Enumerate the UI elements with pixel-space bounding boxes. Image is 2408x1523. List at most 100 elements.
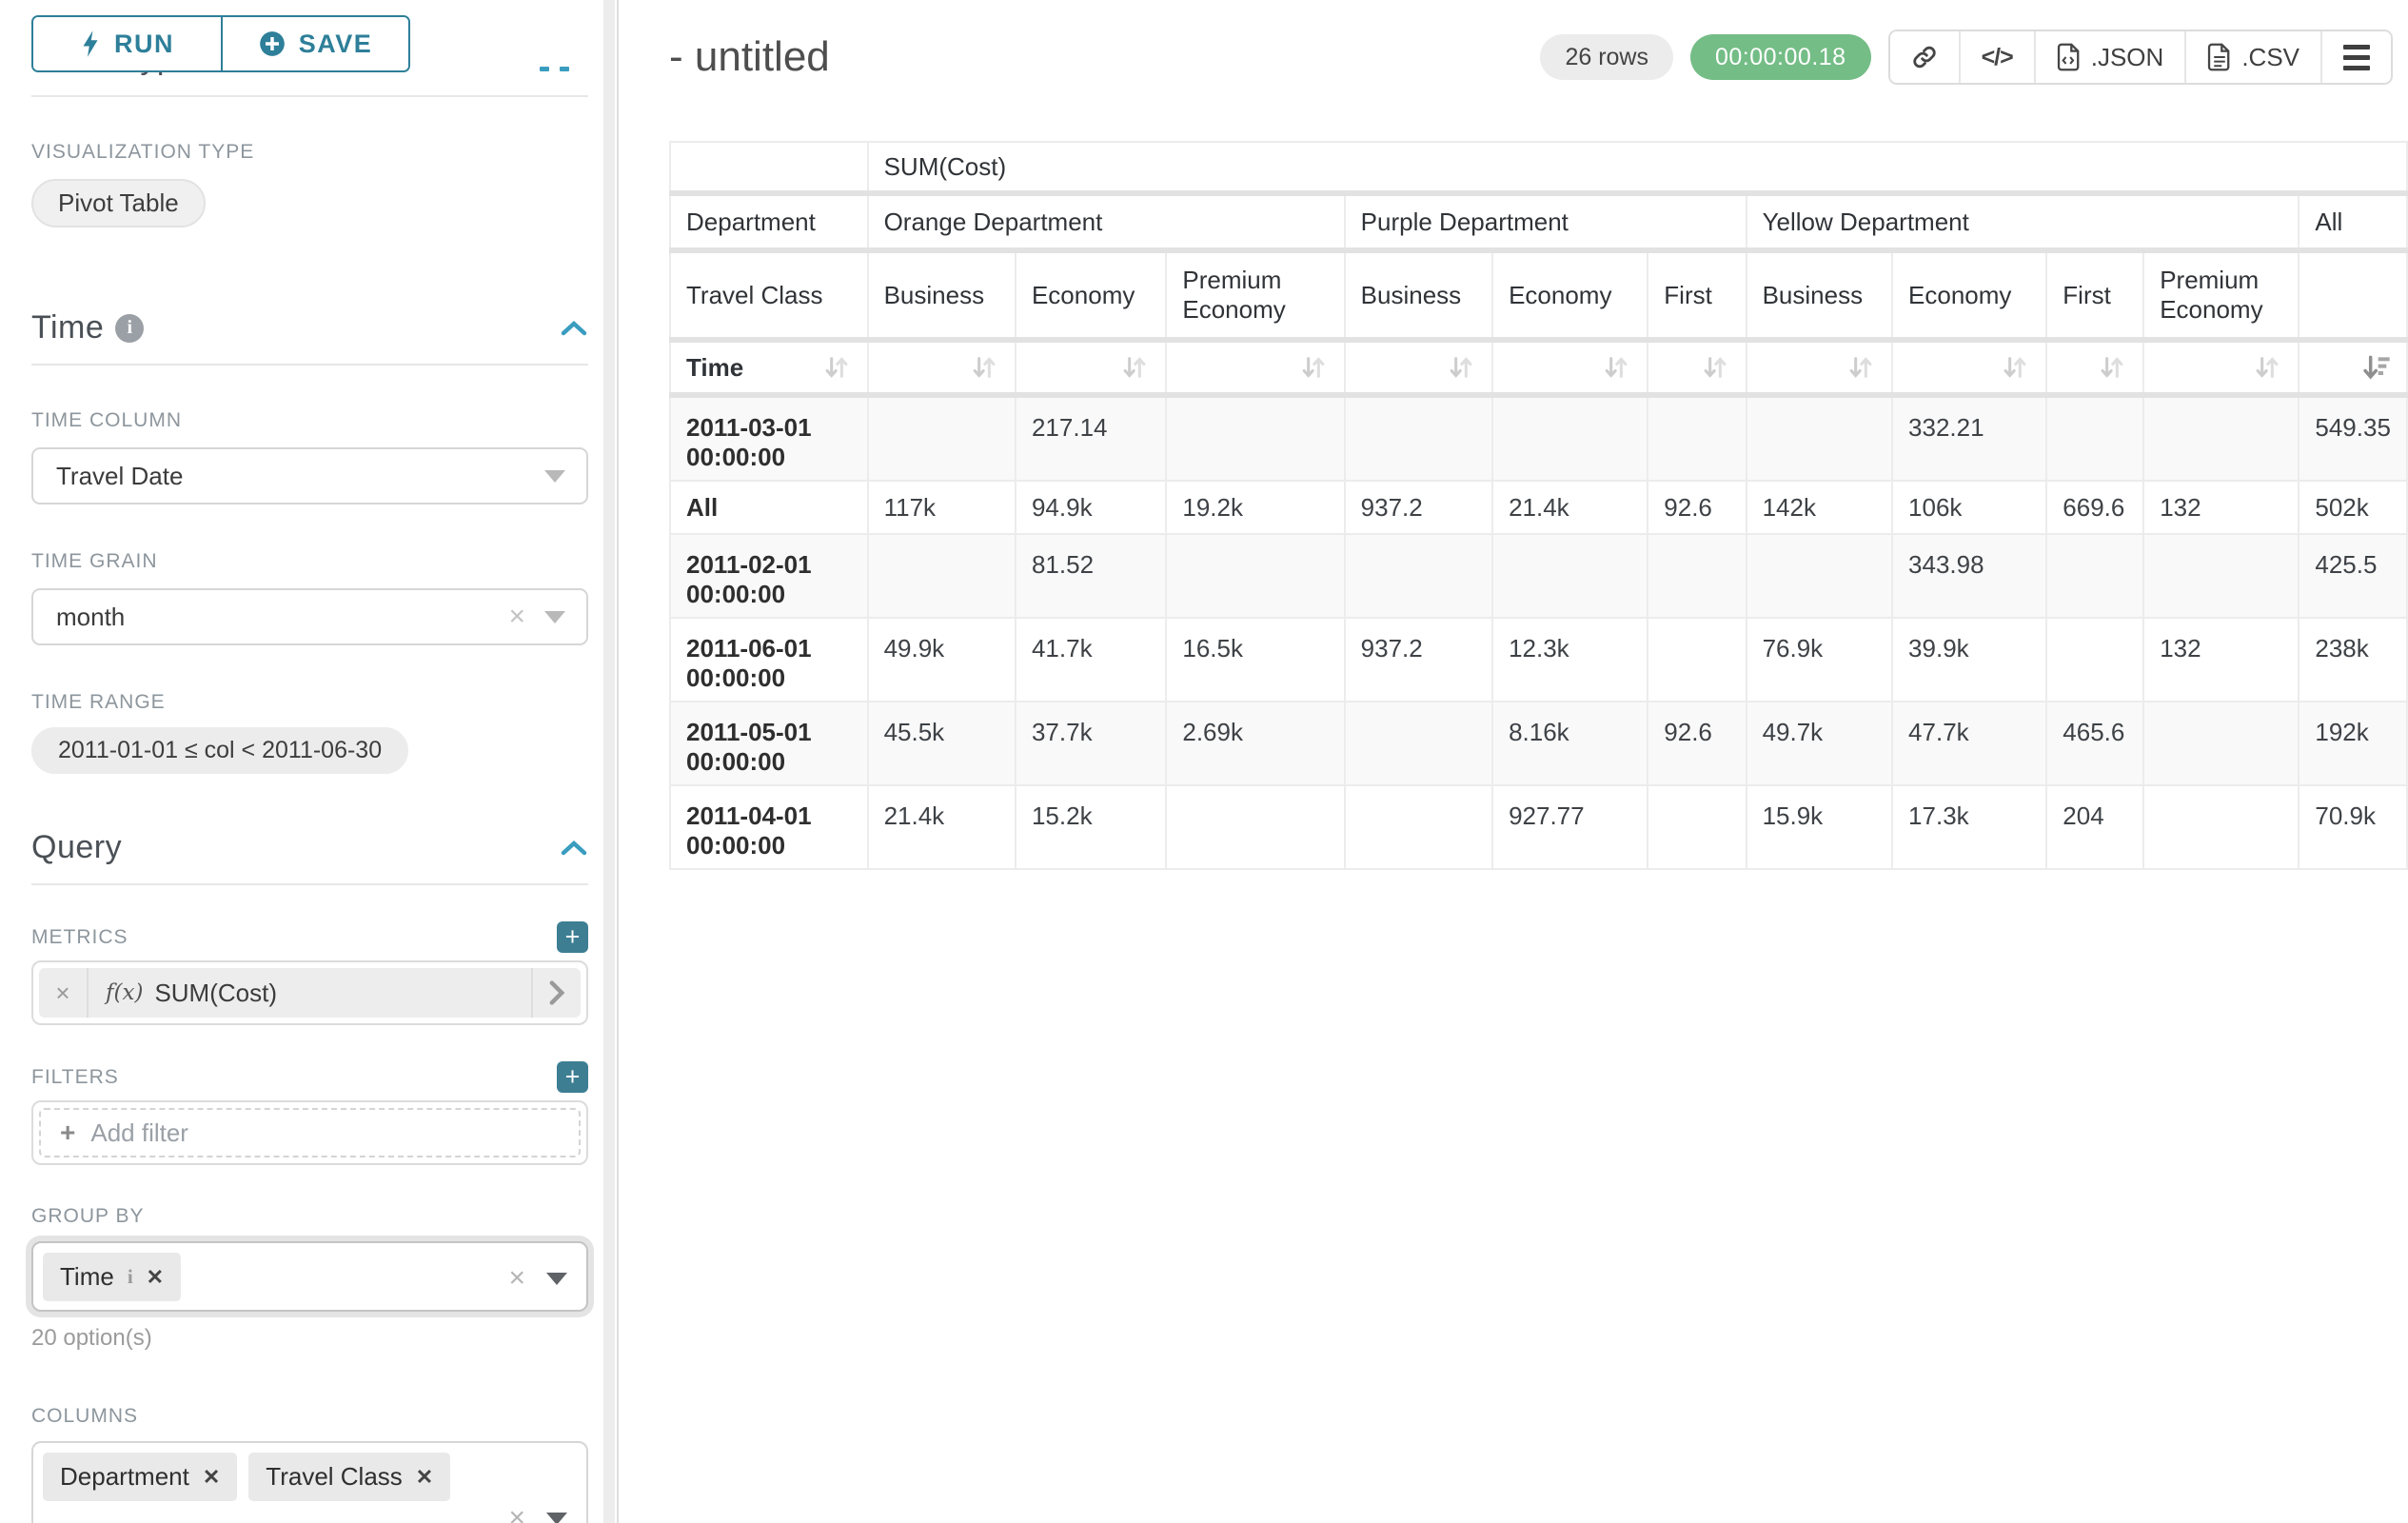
add-filter-plus-button[interactable]: + [557, 1061, 588, 1093]
pivot-value-cell: 669.6 [2046, 481, 2143, 534]
pivot-value-cell [1166, 785, 1344, 869]
sort-toggle-icon[interactable] [2252, 352, 2282, 383]
pivot-value-cell [868, 534, 1016, 618]
visualization-type-label: VISUALIZATION TYPE [31, 141, 586, 164]
row-label: 2011-05-01 00:00:00 [670, 702, 868, 785]
sort-toggle-icon[interactable] [2000, 352, 2030, 383]
pivot-table-container: SUM(Cost)DepartmentOrange DepartmentPurp… [669, 141, 2408, 870]
export-json-button[interactable]: .JSON [2034, 31, 2185, 83]
pivot-data-row: 2011-02-01 00:00:0081.52343.98425.5 [670, 534, 2407, 618]
metric-chip[interactable]: × f(x) SUM(Cost) [39, 968, 581, 1018]
sort-toggle-icon[interactable] [1700, 352, 1730, 383]
more-menu-button[interactable] [2320, 31, 2391, 83]
chip-label: Time [60, 1262, 114, 1292]
expand-metric-icon[interactable] [531, 968, 581, 1018]
pivot-value-cell [1648, 618, 1746, 702]
collapse-chevron-icon[interactable] [560, 839, 588, 858]
time-column-select[interactable]: Travel Date [31, 447, 588, 504]
plus-icon: + [60, 1118, 75, 1148]
travel-class-header: Premium Economy [1166, 250, 1344, 340]
pivot-value-cell: 16.5k [1166, 618, 1344, 702]
pivot-value-cell [1345, 702, 1492, 785]
travel-class-header-row: Travel ClassBusinessEconomyPremium Econo… [670, 250, 2407, 340]
export-csv-button[interactable]: .CSV [2184, 31, 2320, 83]
department-group-header: Purple Department [1345, 193, 1747, 250]
row-dimension-header: Time [670, 340, 868, 395]
collapse-chevron-icon[interactable] [560, 319, 588, 338]
viz-type-pill[interactable]: Pivot Table [31, 179, 206, 227]
sortable-column-header [1166, 340, 1344, 395]
pivot-value-cell [1345, 395, 1492, 481]
sort-desc-active-header [2299, 340, 2407, 395]
info-icon[interactable]: i [128, 1265, 133, 1289]
dimension-chip[interactable]: Travel Class✕ [248, 1453, 450, 1501]
pivot-value-cell: 2.69k [1166, 702, 1344, 785]
remove-chip-icon[interactable]: ✕ [203, 1465, 220, 1490]
metrics-box: × f(x) SUM(Cost) [31, 960, 588, 1025]
plus-circle-icon [259, 30, 286, 57]
caret-down-icon[interactable] [546, 1273, 567, 1285]
pivot-value-cell [2046, 618, 2143, 702]
share-link-button[interactable] [1890, 31, 1959, 83]
column-dimension-label: Department [670, 193, 868, 250]
query-section-title: Query [31, 829, 122, 866]
pivot-value-cell: 549.35 [2299, 395, 2407, 481]
add-filter-label: Add filter [90, 1118, 188, 1148]
row-label: All [670, 481, 868, 534]
dimension-chip[interactable]: Department ✕ [43, 1453, 237, 1501]
time-section-title: Time [31, 309, 104, 346]
chart-title[interactable]: - untitled [669, 33, 830, 81]
add-metric-button[interactable]: + [557, 921, 588, 953]
clear-icon[interactable]: × [508, 1262, 525, 1295]
travel-class-header: First [1648, 250, 1746, 340]
clear-icon[interactable]: × [508, 1502, 525, 1523]
department-header-row: DepartmentOrange DepartmentPurple Depart… [670, 193, 2407, 250]
clear-icon[interactable]: × [508, 601, 525, 633]
pivot-value-cell [2143, 534, 2299, 618]
time-column-label: TIME COLUMN [31, 409, 586, 432]
chip-label: Department [60, 1462, 189, 1492]
columns-select[interactable]: Department✕Travel Class✕ × [31, 1441, 588, 1523]
sort-toggle-icon[interactable] [2097, 352, 2127, 383]
metric-header-cell: SUM(Cost) [868, 142, 2407, 193]
sort-toggle-icon[interactable] [1119, 352, 1150, 383]
add-filter-button[interactable]: + Add filter [39, 1108, 581, 1157]
sortable-column-header [1016, 340, 1166, 395]
sort-toggle-icon[interactable] [1845, 352, 1876, 383]
sort-toggle-icon[interactable] [1298, 352, 1329, 383]
pivot-data-row: 2011-06-01 00:00:0049.9k41.7k16.5k937.21… [670, 618, 2407, 702]
run-save-button-group: RUN SAVE [31, 15, 410, 72]
time-grain-select[interactable]: month × [31, 588, 588, 645]
group-by-select[interactable]: Timei ✕ × [31, 1241, 588, 1312]
run-button-label: RUN [114, 30, 174, 59]
remove-chip-icon[interactable]: ✕ [147, 1265, 164, 1290]
remove-chip-icon[interactable]: ✕ [416, 1465, 433, 1490]
chevron-up-icon-clipped[interactable] [540, 67, 569, 71]
sortable-column-header [1747, 340, 1892, 395]
sort-descending-icon[interactable] [2360, 352, 2391, 383]
view-query-button[interactable]: </> [1959, 31, 2034, 83]
sortable-column-header [868, 340, 1016, 395]
pivot-value-cell: 465.6 [2046, 702, 2143, 785]
chart-panel: - untitled 26 rows 00:00:00.18 </> [619, 0, 2408, 1523]
pivot-value-cell: 15.2k [1016, 785, 1166, 869]
pivot-value-cell: 502k [2299, 481, 2407, 534]
time-range-pill[interactable]: 2011-01-01 ≤ col < 2011-06-30 [31, 727, 408, 774]
export-json-label: .JSON [2091, 43, 2164, 72]
dimension-chip[interactable]: Timei ✕ [43, 1253, 181, 1301]
pivot-value-cell: 17.3k [1892, 785, 2046, 869]
caret-down-icon[interactable] [546, 1513, 567, 1523]
info-icon[interactable]: i [115, 314, 144, 343]
sort-toggle-icon[interactable] [1446, 352, 1476, 383]
sort-toggle-icon[interactable] [969, 352, 999, 383]
pivot-value-cell: 332.21 [1892, 395, 2046, 481]
filters-box: + Add filter [31, 1100, 588, 1165]
run-button[interactable]: RUN [33, 17, 221, 70]
sort-toggle-icon[interactable] [821, 352, 852, 383]
save-button[interactable]: SAVE [221, 17, 408, 70]
travel-class-header: Premium Economy [2143, 250, 2299, 340]
remove-metric-icon[interactable]: × [39, 968, 89, 1018]
sort-toggle-icon[interactable] [1601, 352, 1631, 383]
sort-row: Time [670, 340, 2407, 395]
lightning-icon [80, 30, 101, 58]
